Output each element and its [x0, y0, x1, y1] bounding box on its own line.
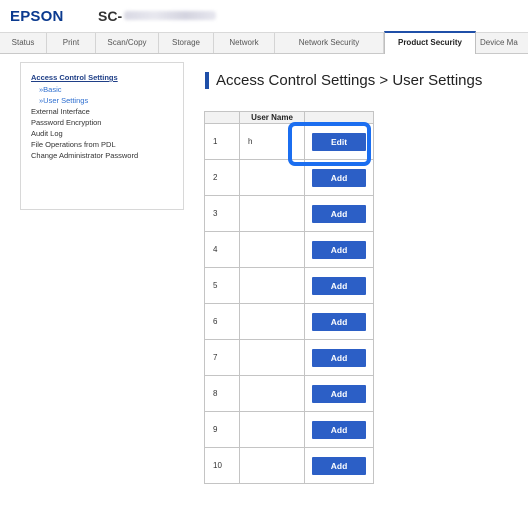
tab-print[interactable]: Print [47, 33, 96, 53]
tab-network[interactable]: Network [214, 33, 275, 53]
row-number: 7 [204, 339, 240, 376]
row-user-name [239, 267, 305, 304]
header: EPSON SC- [0, 0, 528, 32]
row-number: 5 [204, 267, 240, 304]
sidebar-item-user-settings[interactable]: »User Settings [39, 96, 88, 105]
tab-status[interactable]: Status [0, 33, 47, 53]
add-button[interactable]: Add [312, 348, 366, 367]
sidebar-item-audit-log[interactable]: Audit Log [31, 129, 63, 138]
add-button[interactable]: Add [312, 420, 366, 439]
table-row: 6 Add [204, 303, 374, 340]
row-user-name [239, 411, 305, 448]
row-number: 3 [204, 195, 240, 232]
row-user-name [239, 159, 305, 196]
row-user-name [239, 447, 305, 484]
user-table: User Name 1 h Edit 2 Add 3 Add 4 Add 5 A… [204, 111, 374, 484]
sidebar: Access Control Settings »Basic »User Set… [20, 62, 184, 210]
sidebar-item-password-encryption[interactable]: Password Encryption [31, 118, 101, 127]
add-button[interactable]: Add [312, 168, 366, 187]
row-user-name [239, 195, 305, 232]
title-accent-bar [205, 72, 209, 89]
tab-network-security[interactable]: Network Security [275, 33, 384, 53]
table-row: 9 Add [204, 411, 374, 448]
row-number: 2 [204, 159, 240, 196]
row-user-name [239, 303, 305, 340]
header-user-name: User Name [239, 111, 305, 124]
row-number: 8 [204, 375, 240, 412]
add-button[interactable]: Add [312, 276, 366, 295]
header-number [204, 111, 240, 124]
row-user-name [239, 375, 305, 412]
row-user-name [239, 231, 305, 268]
add-button[interactable]: Add [312, 240, 366, 259]
sidebar-item-basic[interactable]: »Basic [39, 85, 62, 94]
add-button[interactable]: Add [312, 204, 366, 223]
row-number: 1 [204, 123, 240, 160]
sidebar-item-file-operations[interactable]: File Operations from PDL [31, 140, 116, 149]
table-row: 5 Add [204, 267, 374, 304]
tab-product-security[interactable]: Product Security [384, 31, 476, 54]
table-row: 7 Add [204, 339, 374, 376]
table-row: 3 Add [204, 195, 374, 232]
tab-storage[interactable]: Storage [159, 33, 214, 53]
tab-scan-copy[interactable]: Scan/Copy [96, 33, 159, 53]
row-user-name [239, 339, 305, 376]
add-button[interactable]: Add [312, 384, 366, 403]
model-name-redacted [124, 11, 216, 20]
row-number: 10 [204, 447, 240, 484]
table-row: 2 Add [204, 159, 374, 196]
sidebar-item-external-interface[interactable]: External Interface [31, 107, 90, 116]
epson-logo: EPSON [10, 8, 64, 25]
add-button[interactable]: Add [312, 312, 366, 331]
tab-device-management[interactable]: Device Ma [476, 33, 528, 53]
table-header-row: User Name [204, 111, 374, 124]
edit-button[interactable]: Edit [312, 132, 366, 151]
table-row: 10 Add [204, 447, 374, 484]
header-action [304, 111, 374, 124]
sidebar-item-access-control-settings[interactable]: Access Control Settings [31, 73, 118, 82]
model-name: SC- [98, 8, 123, 24]
row-number: 4 [204, 231, 240, 268]
row-number: 6 [204, 303, 240, 340]
table-row: 4 Add [204, 231, 374, 268]
sidebar-item-change-admin-password[interactable]: Change Administrator Password [31, 151, 138, 160]
tab-bar: Status Print Scan/Copy Storage Network N… [0, 31, 528, 54]
table-row: 8 Add [204, 375, 374, 412]
row-user-name: h [239, 123, 305, 160]
row-number: 9 [204, 411, 240, 448]
table-row: 1 h Edit [204, 123, 374, 160]
add-button[interactable]: Add [312, 456, 366, 475]
page-title: Access Control Settings > User Settings [216, 72, 483, 89]
